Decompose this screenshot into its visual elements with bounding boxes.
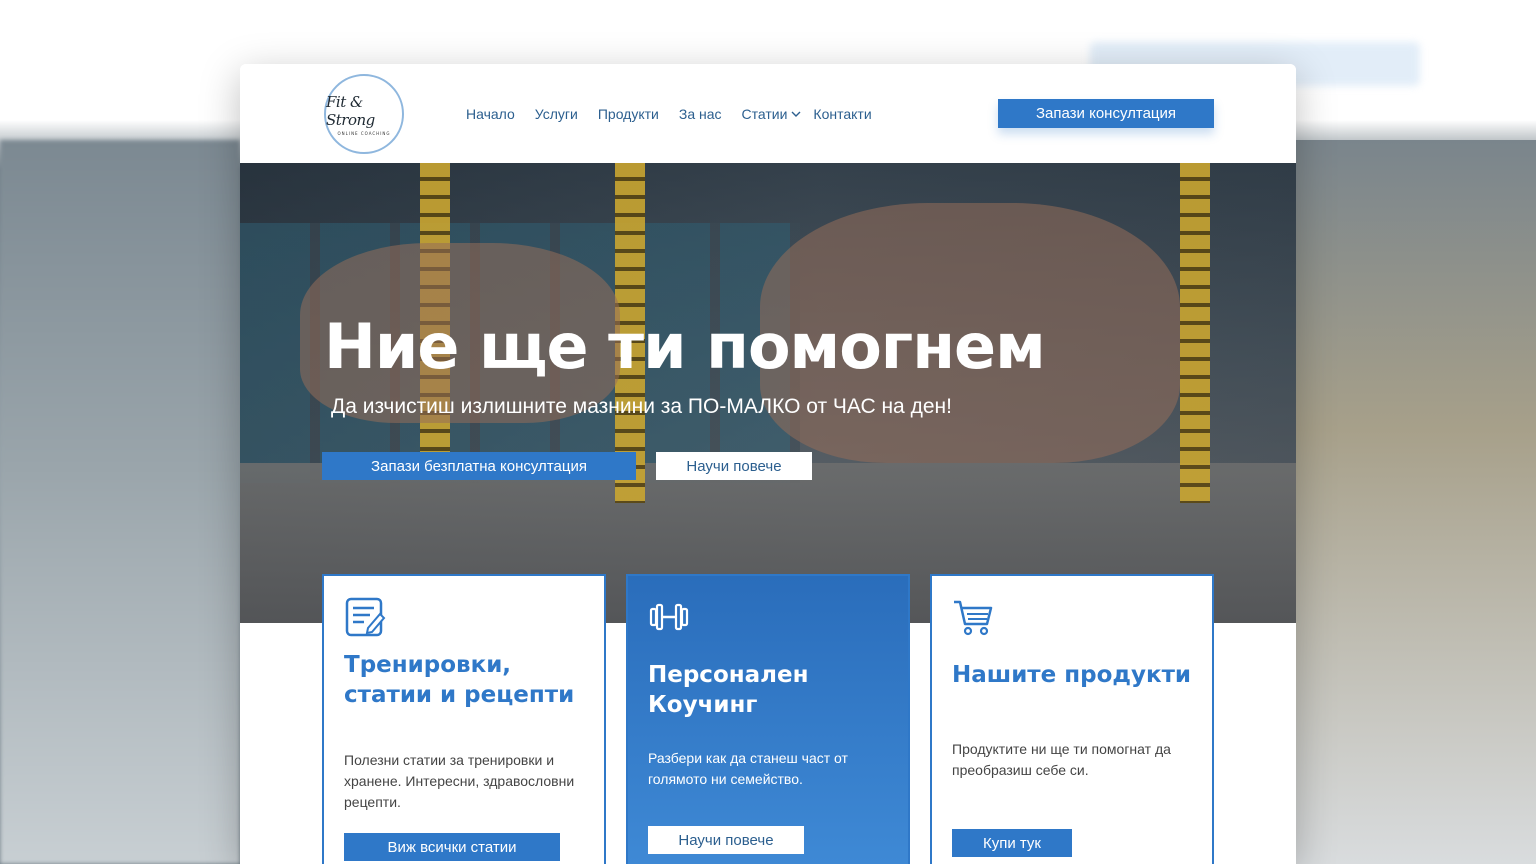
card-text: Продуктите ни ще ти помогнат да преобраз… [952, 741, 1171, 778]
logo[interactable]: Fit & Strong ONLINE COACHING [324, 74, 404, 154]
card-products: Нашите продукти Продуктите ни ще ти помо… [930, 574, 1214, 864]
card-title: Персонален Коучинг [648, 662, 809, 718]
card-coaching: Персонален Коучинг Разбери как да станеш… [626, 574, 910, 864]
nav-item-contacts[interactable]: Контакти [813, 106, 871, 122]
card-title: Тренировки, статии и рецепти [344, 652, 575, 708]
nav-item-articles[interactable]: Статии [742, 106, 802, 122]
nav-item-about[interactable]: За нас [679, 106, 722, 122]
notepad-icon [345, 597, 386, 637]
buy-here-button[interactable]: Купи тук [952, 829, 1072, 857]
nav-item-products[interactable]: Продукти [598, 106, 659, 122]
card-title: Нашите продукти [952, 662, 1192, 688]
card-text: Полезни статии за тренировки и хранене. … [344, 752, 575, 810]
chevron-down-icon [791, 111, 801, 117]
card-articles: Тренировки, статии и рецепти Полезни ста… [322, 574, 606, 864]
book-consultation-button[interactable]: Запази консултация [998, 99, 1214, 128]
card-text: Разбери как да станеш част от голямото н… [648, 750, 848, 787]
hero-title: Ние ще ти помогнем [324, 310, 1046, 383]
nav-item-services[interactable]: Услуги [535, 106, 578, 122]
view-all-articles-button[interactable]: Виж всички статии [344, 833, 560, 861]
dumbbell-icon [649, 603, 689, 631]
learn-more-button[interactable]: Научи повече [656, 452, 812, 480]
hero-section: Ние ще ти помогнем Да изчистиш излишните… [240, 163, 1296, 623]
logo-text: Fit & Strong [326, 92, 375, 129]
site-header: Fit & Strong ONLINE COACHING Начало Услу… [240, 64, 1296, 163]
nav-item-home[interactable]: Начало [466, 106, 515, 122]
nav-item-articles-label: Статии [741, 106, 788, 122]
free-consultation-button[interactable]: Запази безплатна консултация [322, 452, 636, 480]
website-frame: Fit & Strong ONLINE COACHING Начало Услу… [240, 64, 1296, 864]
backdrop-left-blur [0, 140, 240, 864]
cart-icon [954, 600, 993, 636]
backdrop-right-blur [1296, 140, 1536, 864]
learn-more-coaching-button[interactable]: Научи повече [648, 826, 804, 854]
hero-subtitle: Да изчистиш излишните мазнини за ПО-МАЛК… [331, 395, 952, 418]
logo-subtext: ONLINE COACHING [337, 130, 391, 136]
main-nav: Начало Услуги Продукти За нас Статии Кон… [466, 102, 892, 126]
